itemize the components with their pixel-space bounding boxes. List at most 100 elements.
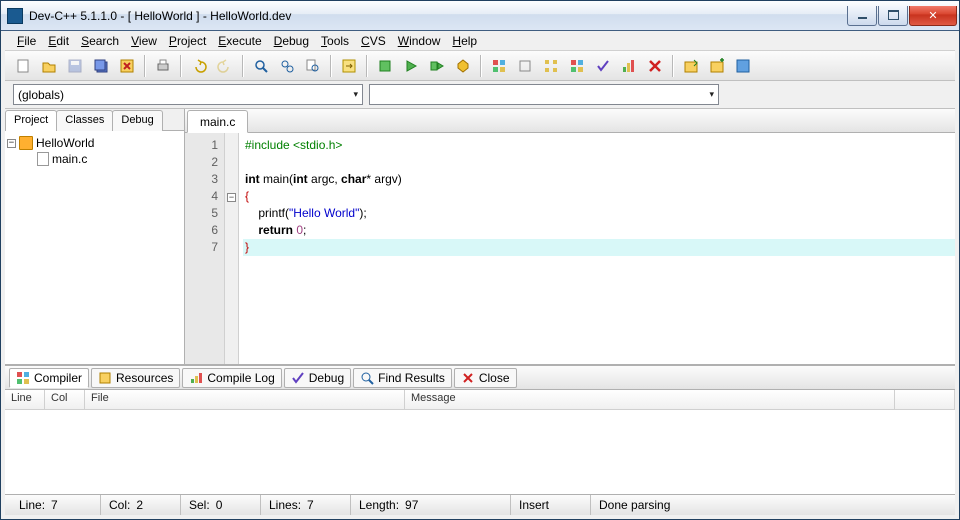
minimize-button[interactable]	[847, 6, 877, 26]
tab-icon	[360, 371, 374, 385]
print-button[interactable]	[151, 54, 175, 78]
project-icon	[19, 136, 33, 150]
maximize-button[interactable]	[878, 6, 908, 26]
col-line[interactable]: Line	[5, 390, 45, 409]
project-options-button[interactable]	[731, 54, 755, 78]
status-bar: Line:7 Col:2 Sel:0 Lines:7 Length:97 Ins…	[5, 495, 955, 515]
status-length: 97	[405, 498, 418, 512]
status-line-label: Line:	[19, 498, 45, 512]
output-tab-compile-log[interactable]: Compile Log	[182, 368, 281, 388]
tree-item[interactable]: main.c	[7, 151, 182, 167]
debug-button[interactable]	[487, 54, 511, 78]
source-text[interactable]: #include <stdio.h>int main(int argc, cha…	[239, 133, 955, 364]
status-message: Done parsing	[599, 498, 670, 512]
tree-root[interactable]: − HelloWorld	[7, 135, 182, 151]
col-extra[interactable]	[895, 390, 955, 409]
compiler-output[interactable]: Line Col File Message	[5, 390, 955, 495]
tab-icon	[98, 371, 112, 385]
goto-line-button[interactable]	[337, 54, 361, 78]
output-tabs: CompilerResourcesCompile LogDebugFind Re…	[5, 366, 955, 390]
profile-button[interactable]	[617, 54, 641, 78]
class-browser-bar: (globals) ▾ ▾	[5, 81, 955, 109]
output-tab-compiler[interactable]: Compiler	[9, 368, 89, 388]
menu-view[interactable]: View	[125, 32, 163, 50]
side-tab-classes[interactable]: Classes	[56, 110, 113, 131]
col-col[interactable]: Col	[45, 390, 85, 409]
editor-pane: main.c 1234567 − #include <stdio.h>int m…	[185, 109, 955, 364]
debug-check-button[interactable]	[591, 54, 615, 78]
code-editor[interactable]: 1234567 − #include <stdio.h>int main(int…	[185, 133, 955, 364]
undo-button[interactable]	[187, 54, 211, 78]
menu-window[interactable]: Window	[392, 32, 447, 50]
run-button[interactable]	[399, 54, 423, 78]
step-out-button[interactable]	[565, 54, 589, 78]
tab-icon	[461, 371, 475, 385]
output-tab-resources[interactable]: Resources	[91, 368, 180, 388]
stop-debug-button[interactable]	[643, 54, 667, 78]
col-message[interactable]: Message	[405, 390, 895, 409]
add-file-button[interactable]	[705, 54, 729, 78]
menu-help[interactable]: Help	[446, 32, 483, 50]
menu-cvs[interactable]: CVS	[355, 32, 392, 50]
step-into-button[interactable]	[539, 54, 563, 78]
title-bar[interactable]: Dev-C++ 5.1.1.0 - [ HelloWorld ] - Hello…	[1, 1, 959, 31]
output-tab-close[interactable]: Close	[454, 368, 517, 388]
compile-button[interactable]	[373, 54, 397, 78]
new-file-button[interactable]	[11, 54, 35, 78]
editor-tab[interactable]: main.c	[187, 110, 248, 133]
close-button[interactable]: ✕	[909, 6, 957, 26]
menu-edit[interactable]: Edit	[42, 32, 75, 50]
output-tab-debug[interactable]: Debug	[284, 368, 351, 388]
menu-project[interactable]: Project	[163, 32, 212, 50]
new-project-button[interactable]	[679, 54, 703, 78]
editor-tab-bar: main.c	[185, 109, 955, 133]
toolbar-main	[5, 51, 955, 81]
line-gutter: 1234567	[185, 133, 225, 364]
save-all-button[interactable]	[89, 54, 113, 78]
file-icon	[37, 152, 49, 166]
menu-tools[interactable]: Tools	[315, 32, 355, 50]
menu-search[interactable]: Search	[75, 32, 125, 50]
app-window: Dev-C++ 5.1.1.0 - [ HelloWorld ] - Hello…	[0, 0, 960, 520]
find-in-files-button[interactable]	[301, 54, 325, 78]
members-combo[interactable]: ▾	[369, 84, 719, 105]
tree-item-label: main.c	[52, 152, 87, 166]
globals-combo-value: (globals)	[18, 88, 64, 102]
save-button[interactable]	[63, 54, 87, 78]
rebuild-button[interactable]	[451, 54, 475, 78]
menu-bar: FileEditSearchViewProjectExecuteDebugToo…	[5, 31, 955, 51]
step-over-button[interactable]	[513, 54, 537, 78]
compile-run-button[interactable]	[425, 54, 449, 78]
side-panel: ProjectClassesDebug − HelloWorld main.c	[5, 109, 185, 364]
tab-icon	[16, 371, 30, 385]
status-sel: 0	[216, 498, 223, 512]
status-line: 7	[51, 498, 58, 512]
col-file[interactable]: File	[85, 390, 405, 409]
status-mode: Insert	[519, 498, 549, 512]
project-tree[interactable]: − HelloWorld main.c	[5, 131, 184, 364]
replace-button[interactable]	[275, 54, 299, 78]
redo-button[interactable]	[213, 54, 237, 78]
tab-icon	[291, 371, 305, 385]
output-panel: CompilerResourcesCompile LogDebugFind Re…	[5, 365, 955, 495]
collapse-icon[interactable]: −	[7, 139, 16, 148]
output-tab-find-results[interactable]: Find Results	[353, 368, 452, 388]
close-file-button[interactable]	[115, 54, 139, 78]
window-title: Dev-C++ 5.1.1.0 - [ HelloWorld ] - Hello…	[29, 9, 846, 23]
side-tabs: ProjectClassesDebug	[5, 109, 184, 131]
menu-file[interactable]: File	[11, 32, 42, 50]
menu-execute[interactable]: Execute	[212, 32, 267, 50]
open-file-button[interactable]	[37, 54, 61, 78]
status-lines: 7	[307, 498, 314, 512]
status-length-label: Length:	[359, 498, 399, 512]
fold-gutter[interactable]: −	[225, 133, 239, 364]
side-tab-project[interactable]: Project	[5, 110, 57, 131]
globals-combo[interactable]: (globals) ▾	[13, 84, 363, 105]
status-sel-label: Sel:	[189, 498, 210, 512]
chevron-down-icon: ▾	[353, 89, 358, 100]
editor-tab-label: main.c	[200, 115, 235, 129]
side-tab-debug[interactable]: Debug	[112, 110, 162, 131]
status-col-label: Col:	[109, 498, 130, 512]
menu-debug[interactable]: Debug	[268, 32, 315, 50]
find-button[interactable]	[249, 54, 273, 78]
